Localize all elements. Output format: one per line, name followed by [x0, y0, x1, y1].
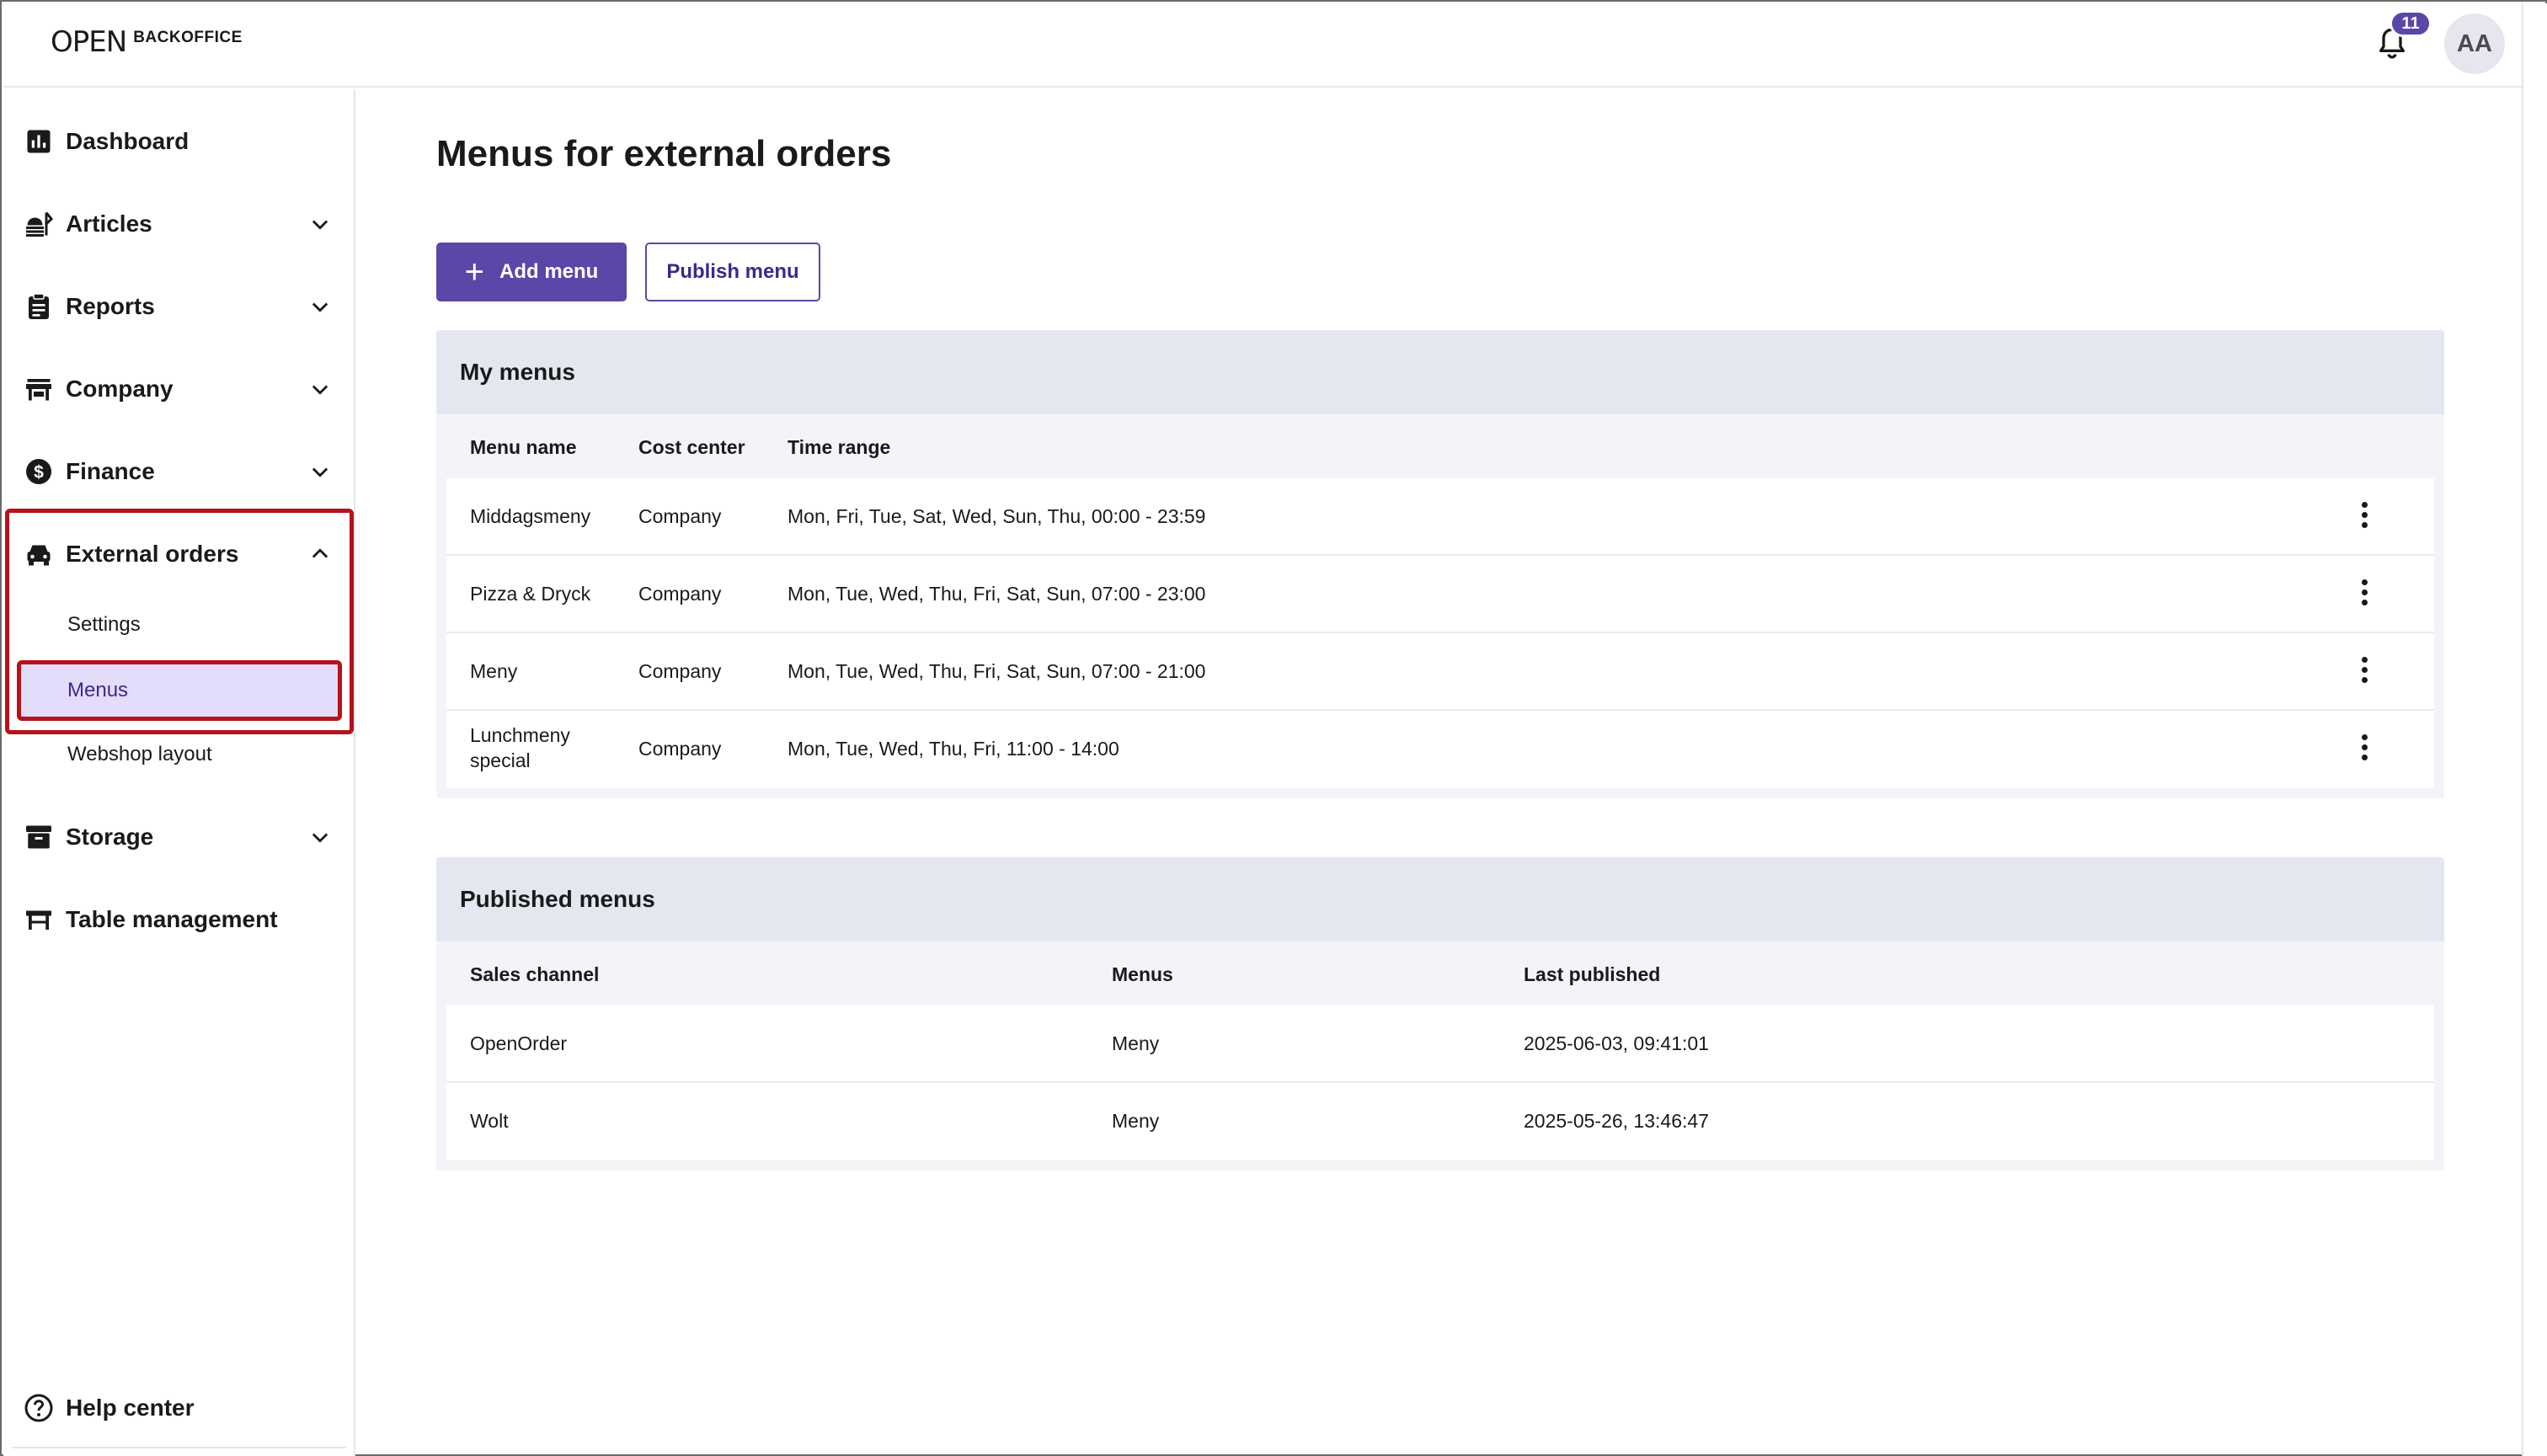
menu-name: Pizza & Dryck: [470, 583, 591, 605]
notification-badge: 11: [2389, 10, 2432, 37]
cost-center: Company: [638, 505, 722, 527]
chevron-down-icon: [312, 220, 328, 230]
more-vertical-icon[interactable]: [2360, 579, 2370, 610]
my-menus-header-row: Menu name Cost center Time range: [436, 414, 2444, 478]
column-header-time-range: Time range: [788, 436, 891, 458]
chevron-down-icon: [312, 467, 328, 477]
column-header-menu-name: Menu name: [470, 436, 577, 458]
sales-channel: Wolt: [470, 1110, 509, 1132]
time-range: Mon, Fri, Tue, Sat, Wed, Sun, Thu, 00:00…: [788, 505, 1206, 527]
menu-name-line-1: Lunchmeny: [470, 724, 570, 746]
cost-center: Company: [638, 583, 722, 605]
storefront-icon: [26, 379, 51, 401]
chevron-down-icon: [312, 833, 328, 843]
sidebar-item-label: Reports: [66, 293, 155, 319]
top-bar: OPEN BACKOFFICE: [3, 3, 2522, 88]
sidebar-item-company[interactable]: Company: [3, 355, 355, 423]
sidebar-item-label: Finance: [66, 458, 155, 484]
dollar-circle-icon: $: [26, 459, 51, 484]
chevron-down-icon: [312, 385, 328, 395]
published-menus-panel: Published menus Sales channel Menus Last…: [436, 857, 2444, 1171]
sidebar-item-storage[interactable]: Storage: [3, 803, 355, 871]
my-menus-panel: My menus Menu name Cost center Time rang…: [436, 330, 2444, 798]
help-circle-icon: [24, 1394, 53, 1422]
food-cloche-icon: [26, 211, 54, 237]
more-vertical-icon[interactable]: [2360, 502, 2370, 532]
table-row[interactable]: Pizza & Dryck Company Mon, Tue, Wed, Thu…: [446, 556, 2434, 633]
app-window: OPEN BACKOFFICE 11 AA Dashboard Articles…: [0, 0, 2547, 1456]
published-menus-header-row: Sales channel Menus Last published: [436, 941, 2444, 1005]
column-header-cost-center: Cost center: [638, 436, 745, 458]
time-range: Mon, Tue, Wed, Thu, Fri, Sat, Sun, 07:00…: [788, 583, 1206, 605]
sales-channel: OpenOrder: [470, 1032, 568, 1054]
table-row[interactable]: Meny Company Mon, Tue, Wed, Thu, Fri, Sa…: [446, 633, 2434, 711]
sidebar-item-label: Articles: [66, 211, 152, 237]
sidebar-item-label: Help center: [66, 1395, 195, 1421]
right-edge: [2522, 3, 2547, 1456]
my-menus-title: My menus: [436, 330, 2444, 414]
bar-chart-icon: [27, 130, 51, 153]
last-published: 2025-05-26, 13:46:47: [1524, 1110, 1709, 1132]
time-range: Mon, Tue, Wed, Thu, Fri, 11:00 - 14:00: [788, 738, 1119, 760]
menus: Meny: [1112, 1110, 1160, 1132]
menus: Meny: [1112, 1032, 1160, 1054]
svg-text:$: $: [34, 463, 44, 483]
add-menu-button[interactable]: + Add menu: [436, 243, 627, 301]
menu-name-line-2: special: [470, 749, 531, 771]
sidebar-item-label: Dashboard: [66, 128, 190, 154]
sidebar: Dashboard Articles Reports Company $ Fin…: [3, 89, 355, 1456]
table-row[interactable]: Lunchmeny special Company Mon, Tue, Wed,…: [446, 711, 2434, 788]
page-title: Menus for external orders: [436, 133, 892, 174]
publish-menu-button[interactable]: Publish menu: [645, 243, 820, 301]
sidebar-item-finance[interactable]: $ Finance: [3, 438, 355, 505]
main-content: Menus for external orders + Add menu Pub…: [357, 89, 2522, 1456]
menu-name: Middagsmeny: [470, 505, 591, 527]
sidebar-item-dashboard[interactable]: Dashboard: [3, 108, 355, 175]
sidebar-item-table-management[interactable]: Table management: [3, 886, 355, 953]
column-header-menus: Menus: [1112, 963, 1173, 985]
sidebar-item-label: Table management: [66, 906, 278, 932]
table-row[interactable]: Middagsmeny Company Mon, Fri, Tue, Sat, …: [446, 478, 2434, 556]
logo[interactable]: OPEN BACKOFFICE: [51, 25, 243, 59]
table-row[interactable]: Wolt Meny 2025-05-26, 13:46:47: [446, 1083, 2434, 1160]
avatar[interactable]: AA: [2444, 13, 2505, 74]
menu-name: Meny: [470, 660, 518, 682]
sidebar-subitem-label: Webshop layout: [67, 743, 212, 765]
time-range: Mon, Tue, Wed, Thu, Fri, Sat, Sun, 07:00…: [788, 660, 1206, 682]
clipboard-icon: [29, 293, 49, 319]
sidebar-item-help-center[interactable]: Help center: [3, 1374, 355, 1442]
sidebar-item-articles[interactable]: Articles: [3, 190, 355, 258]
table-row[interactable]: OpenOrder Meny 2025-06-03, 09:41:01: [446, 1005, 2434, 1083]
more-vertical-icon[interactable]: [2360, 734, 2370, 765]
sidebar-item-label: Company: [66, 376, 174, 402]
archive-box-icon: [26, 825, 51, 849]
sidebar-divider: [12, 1447, 347, 1448]
sidebar-item-label: Storage: [66, 824, 154, 850]
highlight-menus: [17, 660, 342, 721]
sidebar-subitem-webshop-layout[interactable]: Webshop layout: [19, 728, 342, 781]
sidebar-item-reports[interactable]: Reports: [3, 273, 355, 340]
logo-text: BACKOFFICE: [133, 29, 243, 46]
last-published: 2025-06-03, 09:41:01: [1524, 1032, 1709, 1054]
published-menus-title: Published menus: [436, 857, 2444, 941]
table-icon: [26, 910, 51, 930]
column-header-sales-channel: Sales channel: [470, 963, 600, 985]
chevron-down-icon: [312, 302, 328, 312]
cost-center: Company: [638, 660, 722, 682]
column-header-last-published: Last published: [1524, 963, 1661, 985]
add-menu-label: Add menu: [499, 260, 599, 283]
more-vertical-icon[interactable]: [2360, 657, 2370, 687]
cost-center: Company: [638, 738, 722, 760]
plus-icon: +: [464, 253, 485, 291]
logo-mark: OPEN: [51, 25, 127, 59]
